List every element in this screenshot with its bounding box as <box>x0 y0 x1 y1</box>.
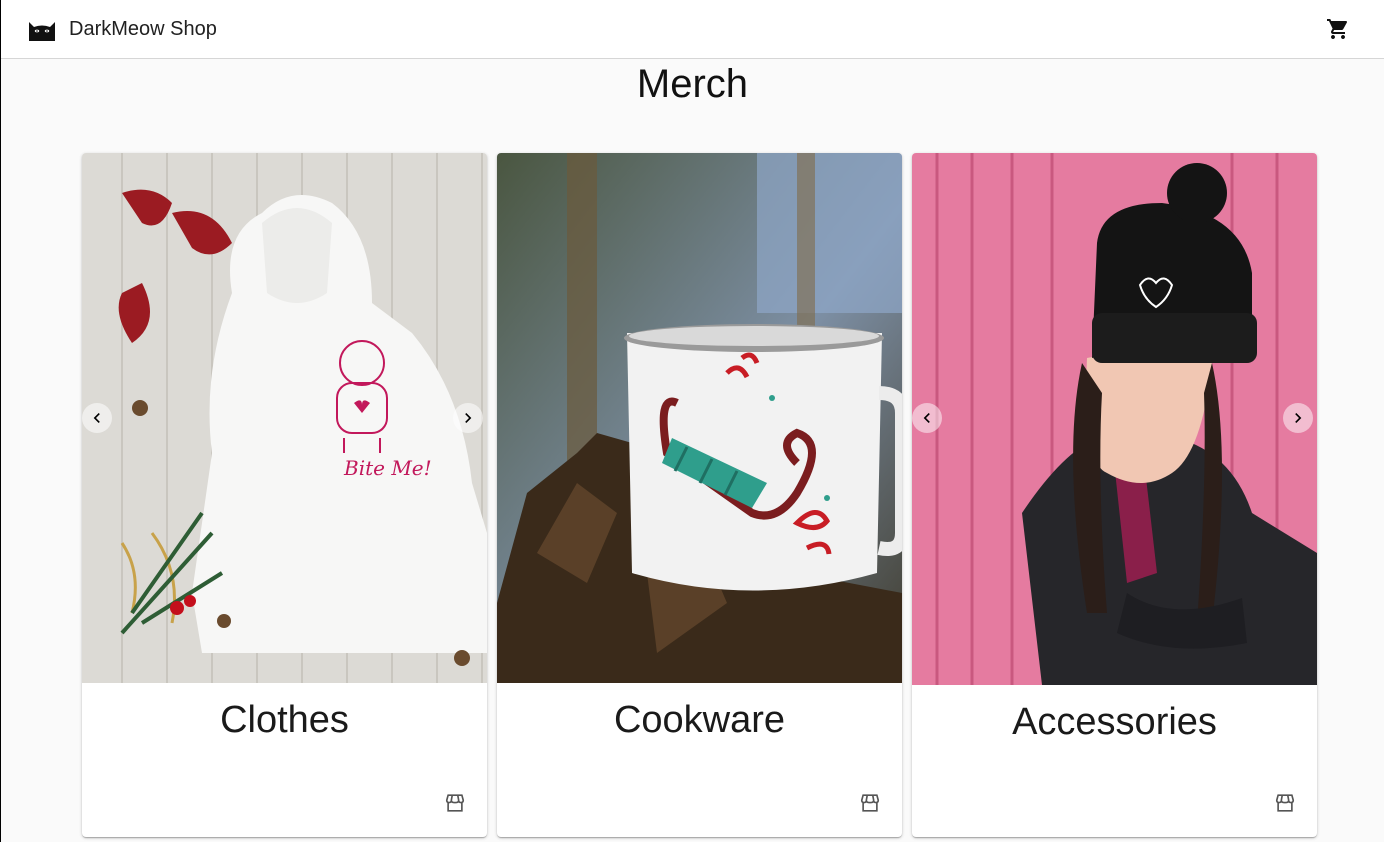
hoodie-product-image: Bite Me! <box>82 153 487 683</box>
page-title: Merch <box>636 62 749 106</box>
carousel-prev-button[interactable] <box>82 403 112 433</box>
chevron-right-icon <box>1295 413 1302 423</box>
category-title: Accessories <box>1012 701 1217 743</box>
chevron-left-icon <box>923 413 930 423</box>
category-image-carousel <box>912 153 1317 685</box>
category-card-cookware[interactable]: Cookware <box>497 153 902 837</box>
category-image <box>497 153 902 683</box>
chevron-left-icon <box>93 413 100 423</box>
chevron-right-icon <box>465 413 472 423</box>
cart-button[interactable] <box>1322 13 1354 45</box>
page: DarkMeow Shop Merch Bite Me! Clothes Coo… <box>0 0 1384 842</box>
black-cat-icon <box>29 22 55 41</box>
category-title: Clothes <box>220 699 349 741</box>
brand-name: DarkMeow Shop <box>69 17 217 40</box>
hoodie-print-text: Bite Me! <box>343 456 432 480</box>
carousel-next-button[interactable] <box>453 403 483 433</box>
open-store-button[interactable] <box>1273 791 1297 815</box>
category-card-accessories[interactable]: Accessories <box>912 153 1317 837</box>
category-grid: Bite Me! Clothes Cookware Accessories <box>82 153 1318 837</box>
beanie-product-image <box>912 153 1317 685</box>
open-store-button[interactable] <box>858 791 882 815</box>
carousel-prev-button[interactable] <box>912 403 942 433</box>
category-title: Cookware <box>613 699 786 741</box>
mug-product-image <box>497 153 902 683</box>
storefront-icon <box>445 794 465 812</box>
open-store-button[interactable] <box>443 791 467 815</box>
storefront-icon <box>1275 794 1295 812</box>
category-card-clothes[interactable]: Bite Me! Clothes <box>82 153 487 837</box>
category-image-carousel: Bite Me! <box>82 153 487 683</box>
brand-link[interactable]: DarkMeow Shop <box>27 16 217 42</box>
shopping-cart-icon <box>1327 19 1348 39</box>
app-bar: DarkMeow Shop <box>1 0 1384 59</box>
storefront-icon <box>860 794 880 812</box>
carousel-next-button[interactable] <box>1283 403 1313 433</box>
